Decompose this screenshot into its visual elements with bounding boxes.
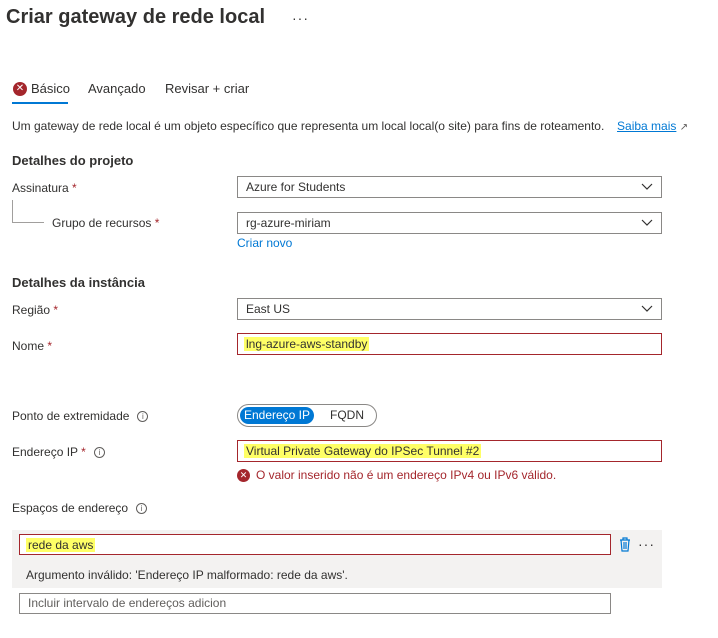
active-tab-indicator (12, 102, 68, 104)
address-space-value: rede da aws (26, 538, 96, 552)
tree-connector (12, 222, 44, 223)
name-label: Nome * (12, 339, 53, 353)
info-icon[interactable]: i (93, 447, 105, 459)
resource-group-value: rg-azure-miriam (246, 216, 331, 230)
resource-group-select[interactable]: rg-azure-miriam (237, 212, 662, 234)
description: Um gateway de rede local é um objeto esp… (12, 119, 688, 133)
error-icon: ✕ (237, 469, 250, 483)
address-space-error: Argumento inválido: 'Endereço IP malform… (26, 568, 348, 582)
endpoint-toggle[interactable]: Endereço IP FQDN (237, 404, 377, 427)
region-select[interactable]: East US (237, 298, 662, 320)
name-input[interactable]: lng-azure-aws-standby (237, 333, 662, 355)
error-icon: ✕ (13, 82, 27, 96)
tree-connector (12, 200, 13, 222)
info-icon[interactable]: i (137, 411, 149, 423)
project-details-heading: Detalhes do projeto (12, 153, 134, 168)
info-icon[interactable]: i (136, 503, 148, 515)
chevron-down-icon (641, 219, 653, 226)
endpoint-option-fqdn[interactable]: FQDN (322, 407, 372, 424)
description-text: Um gateway de rede local é um objeto esp… (12, 119, 605, 133)
address-spaces-label: Espaços de endereço i (12, 501, 148, 515)
ip-address-value: Virtual Private Gateway do IPSec Tunnel … (244, 444, 482, 458)
page-title: Criar gateway de rede local (6, 6, 266, 28)
instance-details-heading: Detalhes da instância (12, 275, 145, 290)
chevron-down-icon (641, 305, 653, 312)
region-value: East US (246, 302, 291, 316)
trash-icon[interactable] (618, 536, 632, 552)
learn-more-link[interactable]: Saiba mais (617, 119, 676, 133)
tab-revisar-criar[interactable]: Revisar + criar (165, 81, 249, 96)
subscription-value: Azure for Students (246, 180, 346, 194)
endpoint-label: Ponto de extremidade i (12, 409, 149, 423)
ip-address-error: ✕ O valor inserido não é um endereço IPv4… (237, 468, 556, 483)
subscription-label: Assinatura * (12, 181, 77, 195)
row-more-button[interactable]: ··· (638, 536, 655, 552)
region-label: Região * (12, 303, 59, 317)
ip-address-input[interactable]: Virtual Private Gateway do IPSec Tunnel … (237, 440, 662, 462)
chevron-down-icon (641, 183, 653, 190)
address-space-input[interactable]: rede da aws (19, 534, 611, 555)
endpoint-option-ip[interactable]: Endereço IP (240, 407, 314, 424)
ip-address-label: Endereço IP * i (12, 445, 105, 459)
subscription-select[interactable]: Azure for Students (237, 176, 662, 198)
more-options-button[interactable]: ··· (292, 10, 309, 26)
tab-avancado[interactable]: Avançado (88, 81, 146, 96)
name-value: lng-azure-aws-standby (244, 337, 370, 351)
tab-basico[interactable]: Básico (31, 81, 70, 96)
create-new-link[interactable]: Criar novo (237, 236, 292, 250)
resource-group-label: Grupo de recursos * (52, 216, 160, 230)
add-address-space-input[interactable]: Incluir intervalo de endereços adicion (19, 593, 611, 614)
external-link-icon: ↗ (679, 122, 689, 133)
